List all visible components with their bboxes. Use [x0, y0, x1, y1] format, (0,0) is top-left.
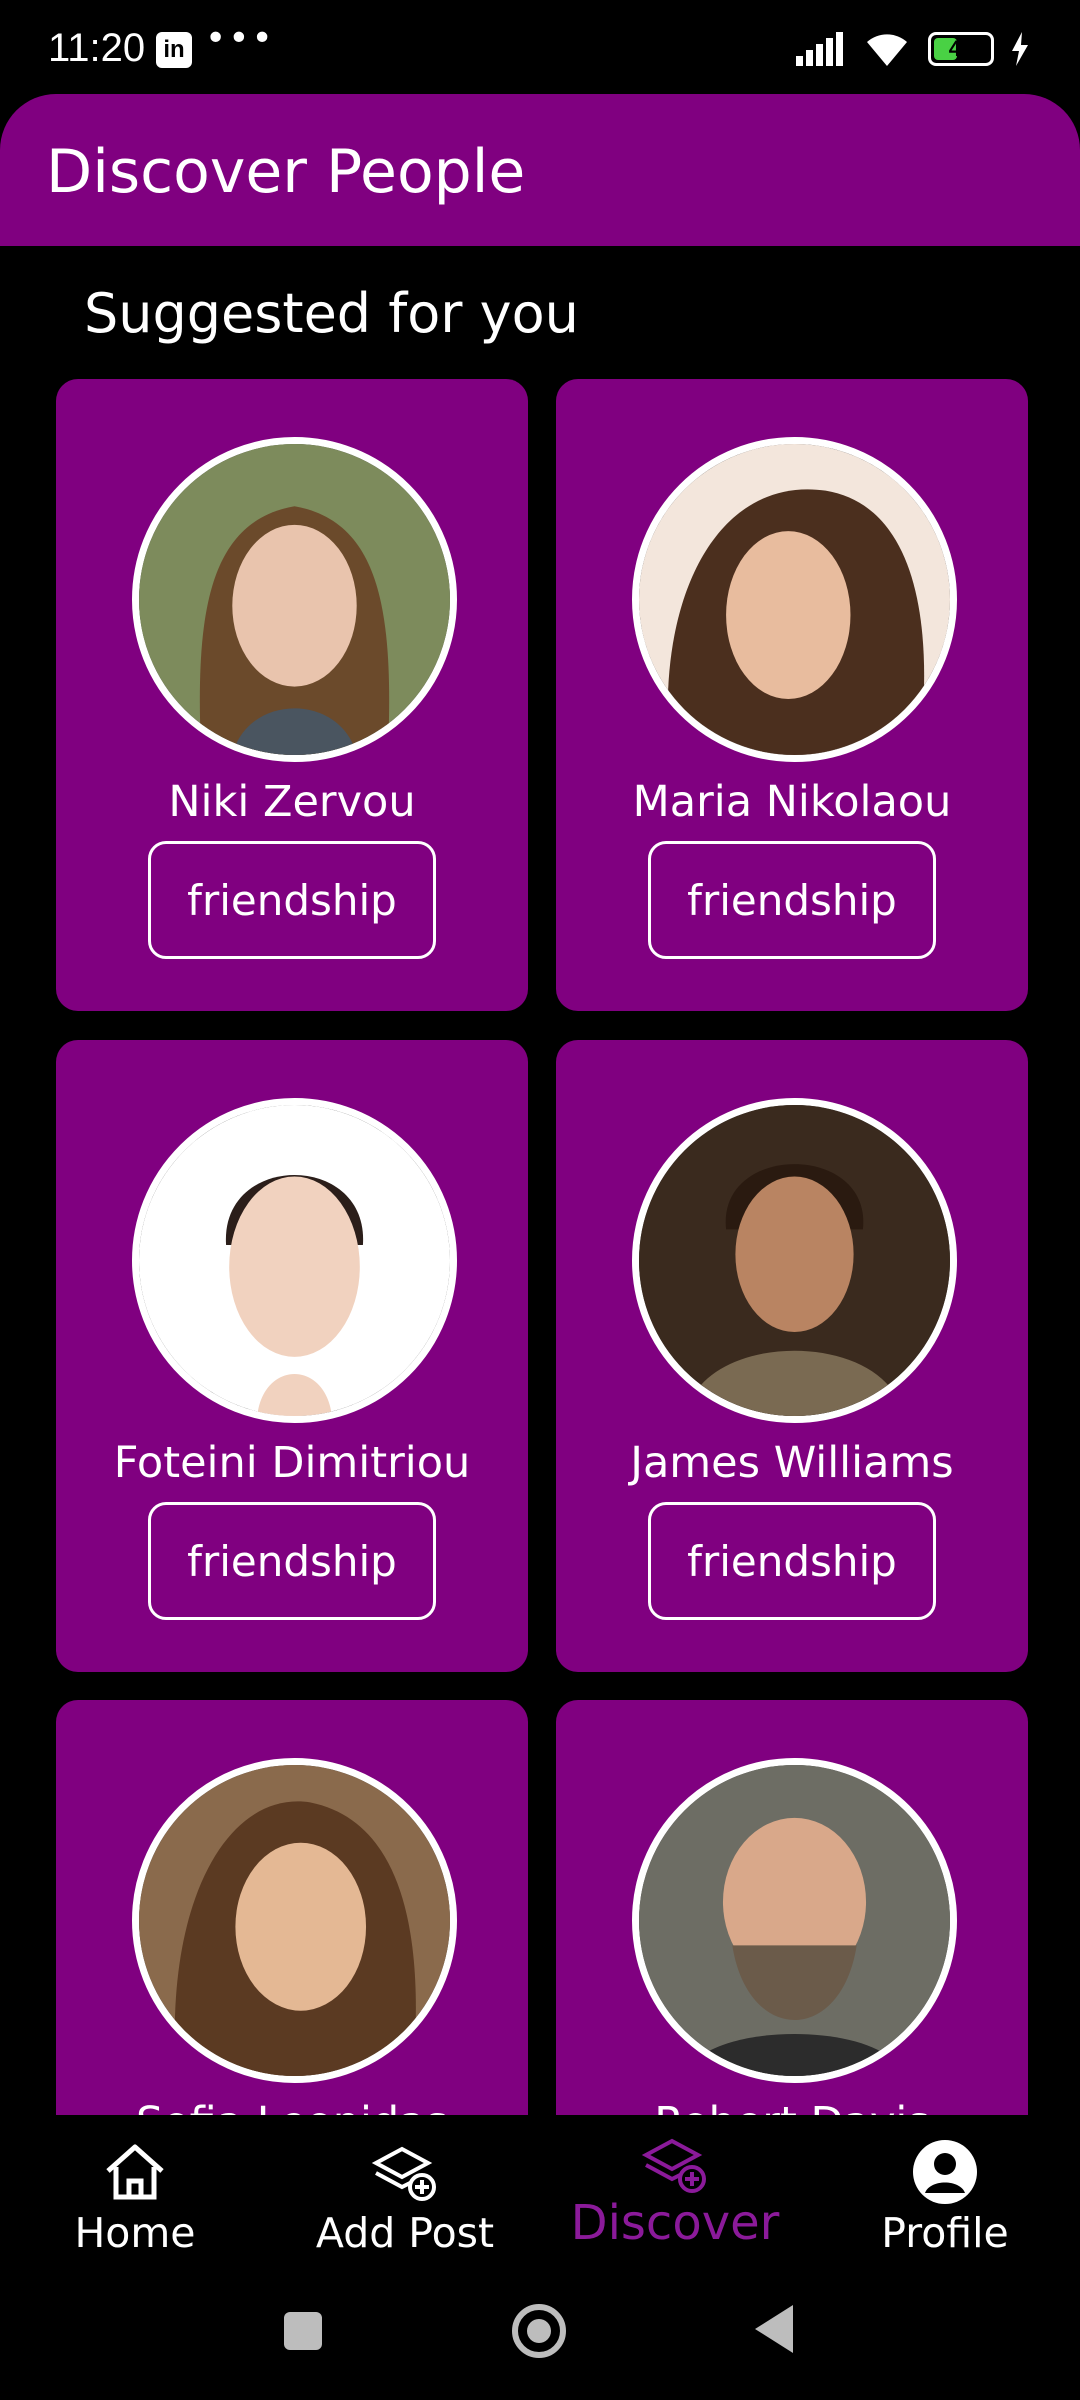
app-bar: Discover People — [0, 94, 1080, 246]
avatar[interactable] — [632, 437, 957, 762]
section-title: Suggested for you — [84, 282, 579, 345]
friendship-button[interactable]: friendship — [148, 1502, 436, 1620]
avatar[interactable] — [132, 1098, 457, 1423]
nav-item-add-post[interactable]: Add Post — [270, 2115, 540, 2275]
home-button[interactable] — [512, 2304, 566, 2358]
person-name: Foteini Dimitriou — [113, 1438, 471, 1488]
nav-item-profile[interactable]: Profile — [810, 2115, 1080, 2275]
wifi-icon — [867, 34, 907, 66]
more-dots-icon: ••• — [205, 18, 275, 59]
signal-icon — [796, 32, 843, 66]
bottom-navigation: Home Add Post Discover Profile — [0, 2115, 1080, 2275]
home-icon — [106, 2144, 164, 2200]
status-bar: 11:20 in ••• 49 — [0, 0, 1080, 95]
nav-label: Home — [74, 2209, 196, 2257]
friendship-button[interactable]: friendship — [648, 841, 936, 959]
nav-item-discover[interactable]: Discover — [540, 2115, 810, 2275]
status-icons: 49 — [794, 30, 1030, 68]
battery-level: 49 — [948, 36, 974, 61]
avatar[interactable] — [632, 1098, 957, 1423]
back-button[interactable] — [755, 2305, 793, 2353]
avatar[interactable] — [132, 437, 457, 762]
person-card[interactable]: James Williams friendship — [556, 1040, 1028, 1672]
nav-label: Profile — [881, 2209, 1009, 2257]
profile-icon — [913, 2140, 977, 2204]
person-card[interactable]: Foteini Dimitriou friendship — [56, 1040, 528, 1672]
avatar[interactable] — [132, 1758, 457, 2083]
discover-icon — [641, 2138, 706, 2193]
add-post-icon — [371, 2146, 436, 2201]
page-title: Discover People — [46, 137, 526, 207]
nav-item-home[interactable]: Home — [0, 2115, 270, 2275]
friendship-button[interactable]: friendship — [148, 841, 436, 959]
person-name: James Williams — [630, 1438, 954, 1488]
system-navigation — [0, 2275, 1080, 2400]
person-card[interactable]: Niki Zervou friendship — [56, 379, 528, 1011]
charging-bolt-icon — [1012, 32, 1028, 66]
nav-label: Discover — [570, 2195, 780, 2251]
person-card[interactable]: Maria Nikolaou friendship — [556, 379, 1028, 1011]
recents-button[interactable] — [284, 2312, 322, 2350]
person-name: Niki Zervou — [168, 777, 416, 827]
status-time: 11:20 — [48, 26, 146, 70]
battery-icon: 49 — [928, 32, 994, 66]
linkedin-icon: in — [156, 32, 192, 68]
avatar[interactable] — [632, 1758, 957, 2083]
friendship-button[interactable]: friendship — [648, 1502, 936, 1620]
person-name: Maria Nikolaou — [632, 777, 952, 827]
nav-label: Add Post — [315, 2209, 495, 2257]
